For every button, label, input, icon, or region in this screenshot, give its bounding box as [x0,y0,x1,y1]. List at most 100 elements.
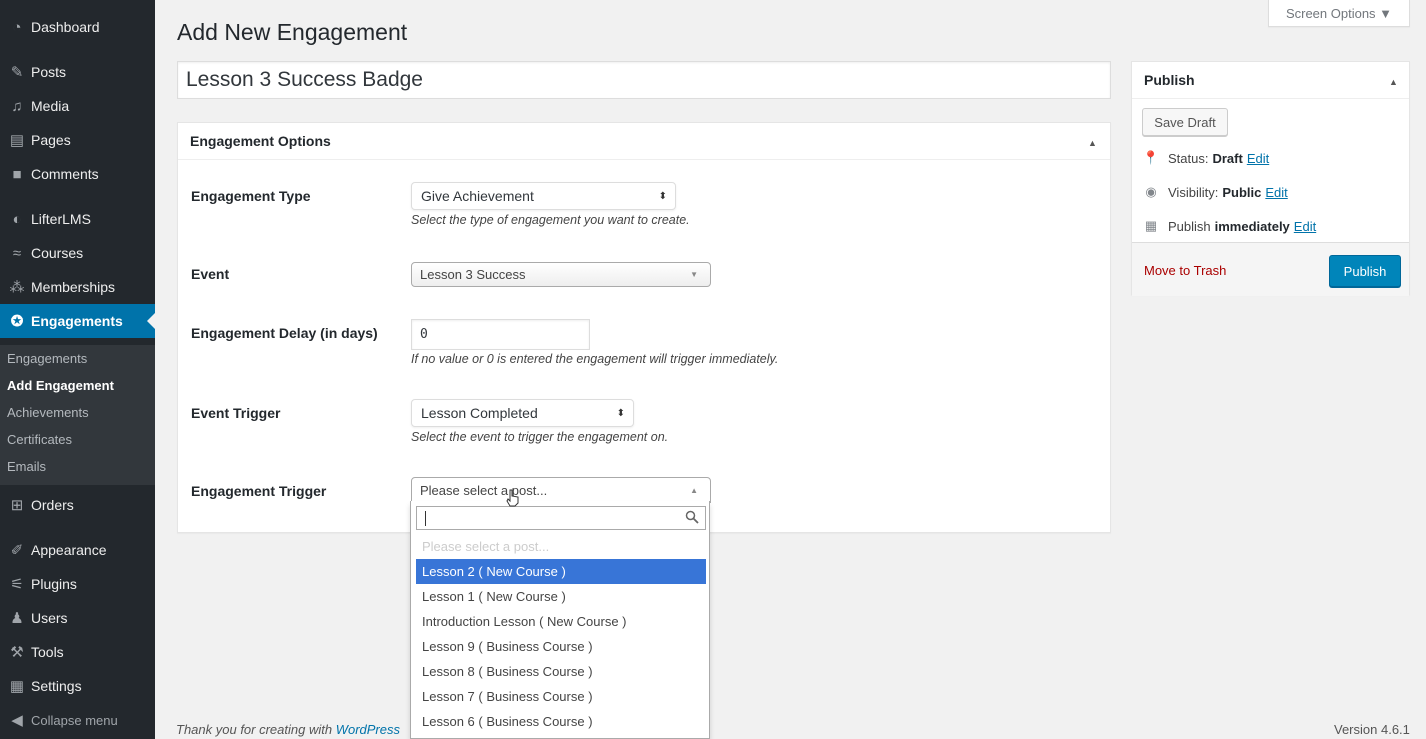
menu-label: Media [31,98,70,114]
dropdown-option[interactable]: Lesson 1 ( New Course ) [416,584,706,609]
menu-item-posts[interactable]: ✎ Posts [0,55,155,89]
status-value: Draft [1212,150,1243,166]
engagement-type-select[interactable]: Give Achievement ⬍ [411,182,676,210]
event-trigger-select[interactable]: Lesson Completed ⬍ [411,399,634,427]
menu-label: Tools [31,644,64,660]
submenu-emails[interactable]: Emails [7,459,46,474]
page-title: Add New Engagement [177,19,408,45]
dropdown-option[interactable]: Introduction Lesson ( New Course ) [416,609,706,634]
menu-item-orders[interactable]: ⊞ Orders [0,488,155,522]
engagement-options-box: Engagement Options ▲ Engagement Type Giv… [177,122,1111,533]
engagement-delay-input[interactable]: 0 [411,319,590,350]
menu-label: LifterLMS [31,211,91,227]
engagement-type-label: Engagement Type [191,188,311,204]
engagement-options-header[interactable]: Engagement Options [178,123,1110,160]
plugin-icon: ⚟ [10,576,24,593]
pin-icon: 📍 [1142,150,1160,165]
engagements-submenu: Engagements Add Engagement Achievements … [0,345,155,485]
menu-item-media[interactable]: ♫ Media [0,89,155,123]
menu-item-appearance[interactable]: ✐ Appearance [0,533,155,567]
menu-item-plugins[interactable]: ⚟ Plugins [0,567,155,601]
event-label: Event [191,266,230,282]
select-value: Give Achievement [421,188,534,204]
engagement-trigger-select[interactable]: Please select a post... ▲ [411,477,711,503]
dropdown-option[interactable]: Lesson 8 ( Business Course ) [416,659,706,684]
menu-item-lifterlms[interactable]: ◐ LifterLMS [0,202,155,236]
submenu-certificates[interactable]: Certificates [7,432,72,447]
menu-item-dashboard[interactable]: ◔ Dashboard [0,10,155,44]
cart-icon: ⊞ [10,497,24,514]
version-text: Version 4.6.1 [1334,722,1410,737]
settings-icon: ▦ [9,678,25,695]
publish-box: Publish ▲ Save Draft 📍 Status: Draft Edi… [1131,61,1410,296]
dashboard-icon: ◔ [12,18,22,36]
collapse-menu-button[interactable]: ◀ Collapse menu [0,703,155,737]
chevron-up-icon: ▲ [690,485,698,495]
event-trigger-label: Event Trigger [191,405,281,421]
chevron-down-icon: ▼ [690,270,698,279]
menu-item-pages[interactable]: ▤ Pages [0,123,155,157]
dropdown-option[interactable]: Lesson 9 ( Business Course ) [416,634,706,659]
box-heading: Engagement Options [190,133,331,149]
publish-button[interactable]: Publish [1329,255,1401,287]
screen-options-button[interactable]: Screen Options ▼ [1268,0,1410,27]
menu-item-engagements[interactable]: ✪ Engagements [0,304,155,338]
visibility-row: ◉ Visibility: Public Edit [1143,184,1287,200]
publish-header[interactable]: Publish [1132,62,1409,99]
visibility-edit-link[interactable]: Edit [1265,185,1287,200]
status-label: Status: [1168,150,1209,166]
menu-item-settings[interactable]: ▦ Settings [0,669,155,703]
menu-label: Settings [31,678,82,694]
graduation-cap-icon: ≈ [12,244,22,262]
submenu-add-engagement[interactable]: Add Engagement [7,378,114,393]
menu-label: Engagements [31,313,123,329]
dropdown-option[interactable]: Lesson 6 ( Business Course ) [416,709,706,734]
comment-icon: ■ [12,165,22,183]
calendar-icon: ▦ [1144,218,1158,233]
engagement-type-help: Select the type of engagement you want t… [411,213,690,227]
visibility-value: Public [1222,184,1262,200]
menu-label: Memberships [31,279,116,295]
publish-edit-link[interactable]: Edit [1294,219,1316,234]
box-heading: Publish [1144,72,1195,88]
dropdown-placeholder-option: Please select a post... [422,539,550,554]
event-select[interactable]: Lesson 3 Success ▼ [411,262,711,287]
menu-label: Appearance [31,542,107,558]
wrench-icon: ⚒ [10,644,24,661]
post-title-input[interactable]: Lesson 3 Success Badge [177,61,1111,99]
menu-item-comments[interactable]: ■ Comments [0,157,155,191]
select-value: Please select a post... [420,482,548,498]
footer-thanks: Thank you for creating with WordPress [176,722,400,737]
status-row: 📍 Status: Draft Edit [1143,150,1269,166]
menu-label: Courses [31,245,84,261]
menu-item-memberships[interactable]: ⁂ Memberships [0,270,155,304]
collapse-icon: ◀ [11,712,23,729]
menu-item-users[interactable]: ♟ Users [0,601,155,635]
engagement-trigger-label: Engagement Trigger [191,483,327,499]
select-value: Lesson Completed [421,405,538,421]
save-draft-button[interactable]: Save Draft [1142,108,1228,136]
menu-label: Plugins [31,576,77,592]
engagement-delay-help: If no value or 0 is entered the engageme… [411,352,779,366]
collapse-arrow-icon[interactable]: ▲ [1088,138,1097,148]
updown-arrow-icon: ⬍ [658,190,667,202]
submenu-achievements[interactable]: Achievements [7,405,89,420]
dropdown-option[interactable]: Lesson 2 ( New Course ) [416,559,706,584]
award-icon: ✪ [10,313,24,330]
publish-date-row: ▦ Publish immediately Edit [1143,218,1316,234]
menu-item-tools[interactable]: ⚒ Tools [0,635,155,669]
submenu-engagements[interactable]: Engagements [7,351,87,366]
dropdown-search-input[interactable] [416,506,706,530]
menu-item-courses[interactable]: ≈ Courses [0,236,155,270]
text-cursor [425,511,426,526]
wordpress-link[interactable]: WordPress [336,722,400,737]
select-value: Lesson 3 Success [420,267,526,282]
paintbrush-icon: ✐ [10,542,24,559]
dropdown-option[interactable]: Lesson 7 ( Business Course ) [416,684,706,709]
menu-label: Dashboard [31,19,100,35]
move-to-trash-link[interactable]: Move to Trash [1144,263,1226,278]
status-edit-link[interactable]: Edit [1247,151,1269,166]
admin-sidebar: ◔ Dashboard ✎ Posts ♫ Media ▤ Pages ■ Co… [0,0,155,739]
search-icon [685,510,699,524]
collapse-arrow-icon[interactable]: ▲ [1389,77,1398,87]
